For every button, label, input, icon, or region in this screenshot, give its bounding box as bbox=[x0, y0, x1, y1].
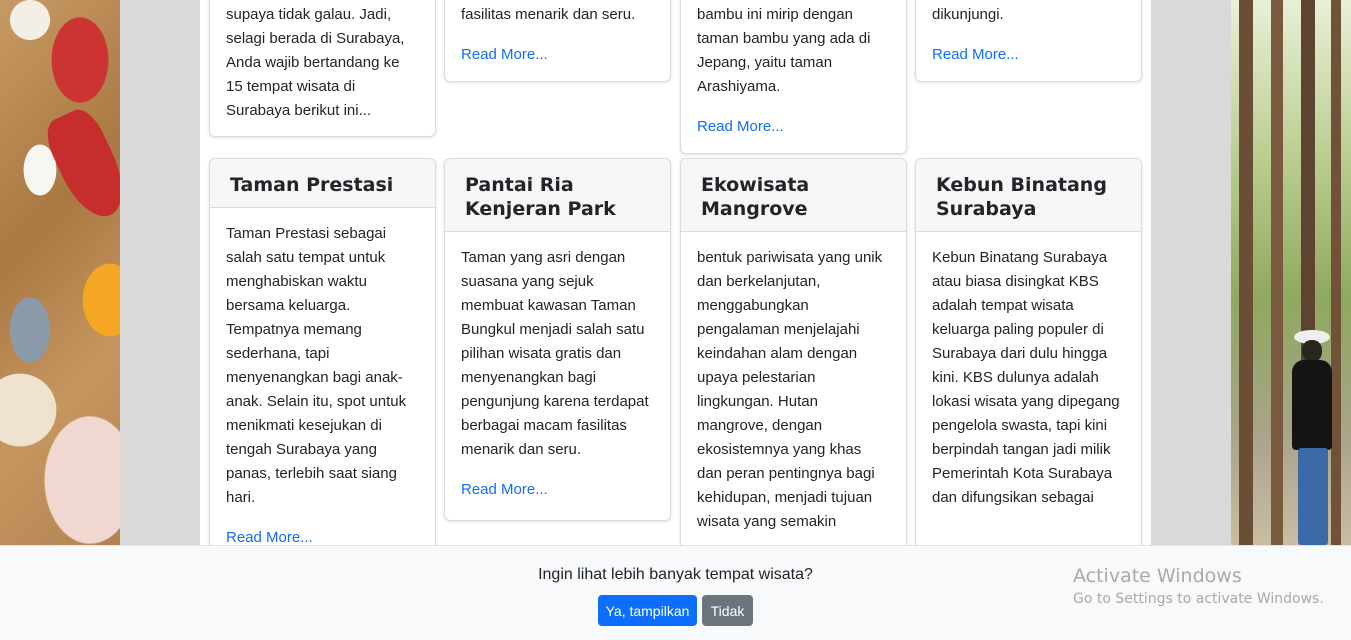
activate-windows-title: Activate Windows bbox=[1073, 565, 1242, 587]
destination-card: supaya tidak galau. Jadi, selagi berada … bbox=[209, 0, 436, 137]
destination-card: Taman Prestasi Taman Prestasi sebagai sa… bbox=[209, 158, 436, 560]
destination-card: dikunjungi. Read More... bbox=[915, 0, 1142, 82]
card-title: Kebun Binatang Surabaya bbox=[916, 159, 1141, 232]
read-more-link[interactable]: Read More... bbox=[932, 43, 1125, 67]
card-description: supaya tidak galau. Jadi, selagi berada … bbox=[226, 6, 405, 119]
activate-windows-subtitle: Go to Settings to activate Windows. bbox=[1073, 591, 1324, 607]
card-description: dikunjungi. bbox=[932, 6, 1004, 23]
card-description: bambu ini mirip dengan taman bambu yang … bbox=[697, 6, 871, 95]
destination-card: bambu ini mirip dengan taman bambu yang … bbox=[680, 0, 907, 154]
show-more-no-button[interactable]: Tidak bbox=[702, 595, 753, 626]
card-description: Taman yang asri dengan suasana yang seju… bbox=[461, 249, 649, 458]
read-more-link[interactable]: Read More... bbox=[697, 115, 890, 139]
card-title: Taman Prestasi bbox=[210, 159, 435, 208]
beach-background-image bbox=[0, 0, 120, 545]
read-more-link[interactable]: Read More... bbox=[461, 478, 654, 502]
show-more-bar: Ingin lihat lebih banyak tempat wisata? … bbox=[0, 545, 1351, 640]
destination-card: Kebun Binatang Surabaya Kebun Binatang S… bbox=[915, 158, 1142, 560]
content-container: supaya tidak galau. Jadi, selagi berada … bbox=[200, 0, 1151, 560]
card-title: Pantai Ria Kenjeran Park bbox=[445, 159, 670, 232]
card-title: Ekowisata Mangrove bbox=[681, 159, 906, 232]
card-description: fasilitas menarik dan seru. bbox=[461, 6, 636, 23]
destination-card: Ekowisata Mangrove bentuk pariwisata yan… bbox=[680, 158, 907, 560]
read-more-link[interactable]: Read More... bbox=[461, 43, 654, 67]
destination-card: fasilitas menarik dan seru. Read More... bbox=[444, 0, 671, 82]
card-description: Kebun Binatang Surabaya atau biasa disin… bbox=[932, 249, 1120, 506]
walking-person-image bbox=[1288, 330, 1336, 545]
card-description: bentuk pariwisata yang unik dan berkelan… bbox=[697, 249, 883, 530]
show-more-yes-button[interactable]: Ya, tampilkan bbox=[598, 595, 697, 626]
destination-card: Pantai Ria Kenjeran Park Taman yang asri… bbox=[444, 158, 671, 521]
card-description: Taman Prestasi sebagai salah satu tempat… bbox=[226, 225, 407, 506]
